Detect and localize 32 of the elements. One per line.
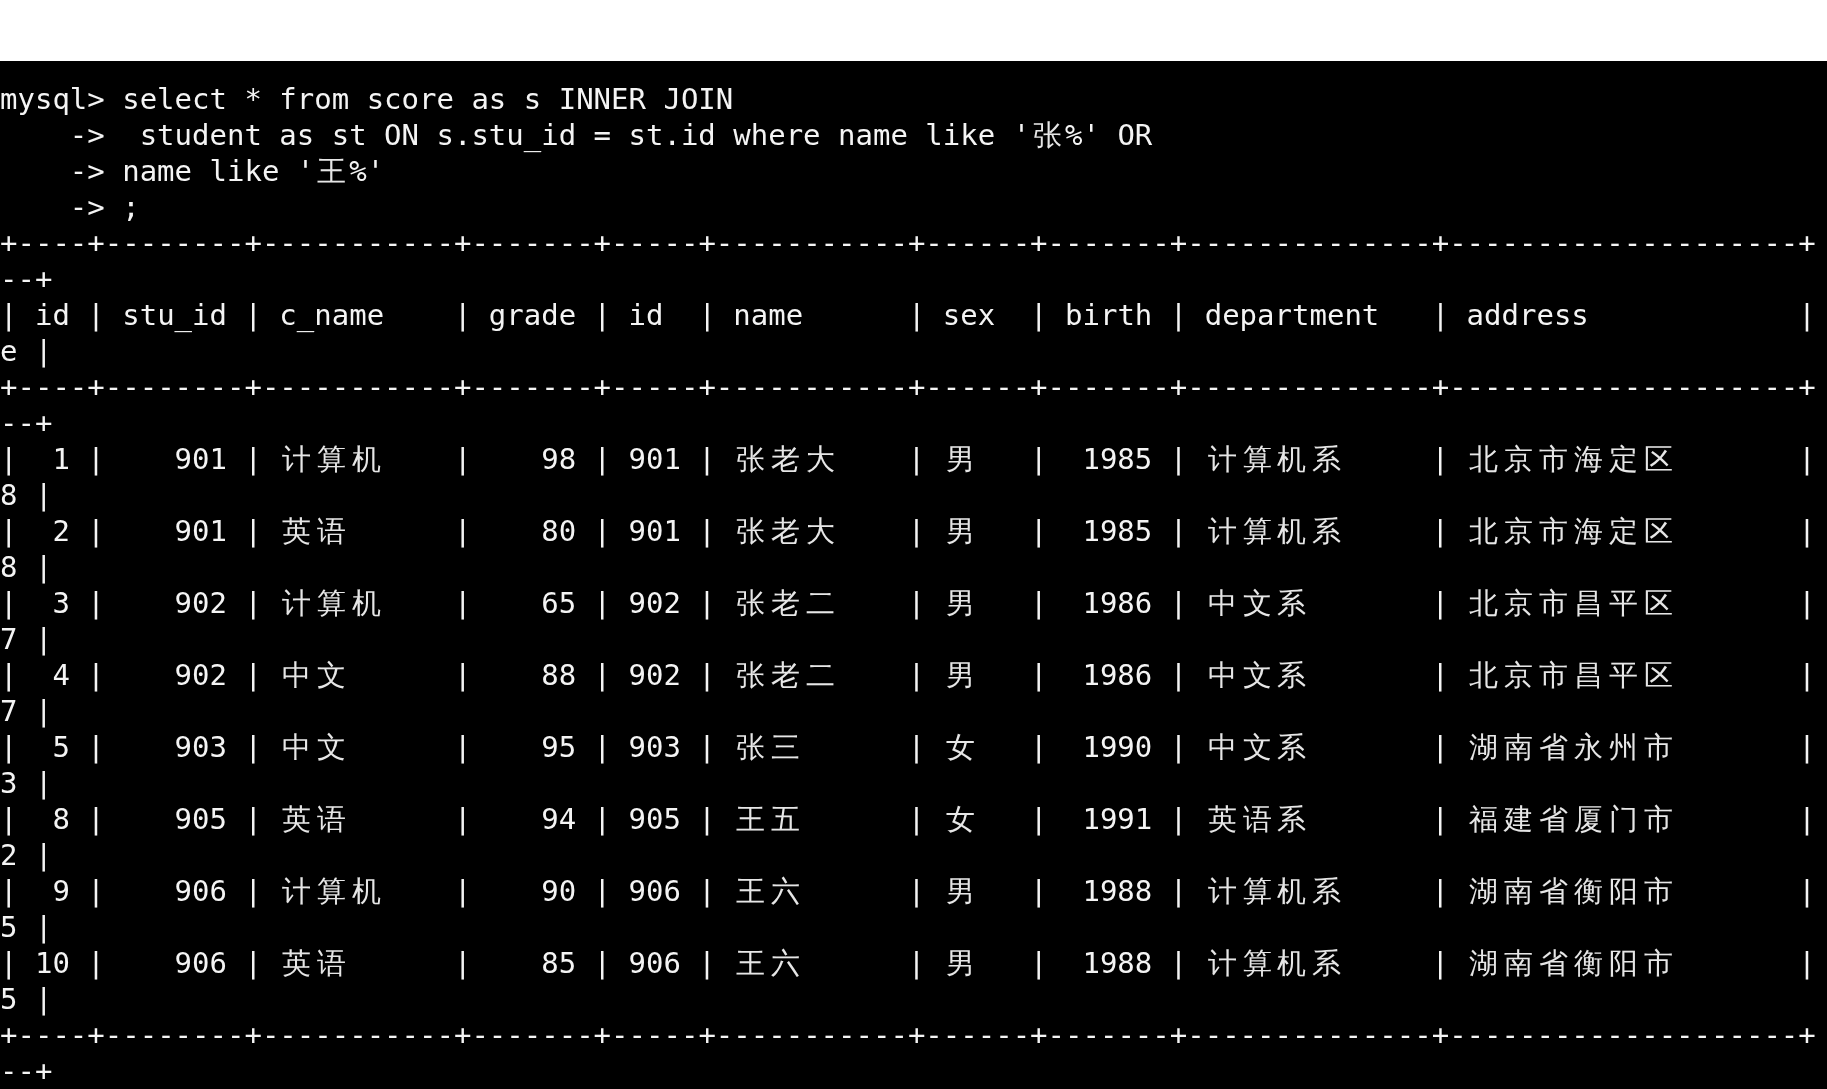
output-line: | 10 | 906 | 英语 | 85 | 906 | 王六 | 男 | 1988 | 计算机系 | 湖南省衡阳市 | <box>0 946 1816 980</box>
output-line: | id | stu_id | c_name | grade | id | name | sex | birth | department | address | <box>0 298 1816 332</box>
output-line: 2 | <box>0 838 53 872</box>
output-line: | 2 | 901 | 英语 | 80 | 901 | 张老大 | 男 | 1985 | 计算机系 | 北京市海定区 | <box>0 514 1816 548</box>
output-line: 5 | <box>0 910 53 944</box>
output-line: | 5 | 903 | 中文 | 95 | 903 | 张三 | 女 | 1990 | 中文系 | 湖南省永州市 | <box>0 730 1816 764</box>
output-line: | 9 | 906 | 计算机 | 90 | 906 | 王六 | 男 | 1988 | 计算机系 | 湖南省衡阳市 | <box>0 874 1816 908</box>
output-line: 7 | <box>0 622 53 656</box>
output-line: e | <box>0 334 53 368</box>
output-line: --+ <box>0 406 53 440</box>
command-text: student as st ON s.stu_id = st.id where name like '张%' OR <box>138 118 1153 152</box>
output-line: | 8 | 905 | 英语 | 94 | 905 | 王五 | 女 | 1991 | 英语系 | 福建省厦门市 | <box>0 802 1816 836</box>
command-text: select * from score as s INNER JOIN <box>122 82 734 116</box>
output-line: 8 | <box>0 478 53 512</box>
output-line: | 3 | 902 | 计算机 | 65 | 902 | 张老二 | 男 | 1986 | 中文系 | 北京市昌平区 | <box>0 586 1816 620</box>
output-line: +----+--------+-----------+-------+-----+-----------+------+-------+--------------+--------------------+ <box>0 370 1816 404</box>
prompt-label: mysql> <box>0 82 105 116</box>
prompt-label: -> <box>69 154 105 188</box>
output-line: 8 | <box>0 550 53 584</box>
output-line: --+ <box>0 262 53 296</box>
output-line: 3 | <box>0 766 53 800</box>
output-line: 5 | <box>0 982 53 1016</box>
output-line: 7 | <box>0 694 53 728</box>
output-line: | 1 | 901 | 计算机 | 98 | 901 | 张老大 | 男 | 1985 | 计算机系 | 北京市海定区 | <box>0 442 1816 476</box>
prompt-label: -> <box>69 118 105 152</box>
output-line: +----+--------+-----------+-------+-----+-----------+------+-------+--------------+--------------------+ <box>0 226 1816 260</box>
command-text: name like '王%' <box>122 154 385 188</box>
command-text: ; <box>122 190 140 224</box>
output-line: +----+--------+-----------+-------+-----+-----------+------+-------+--------------+--------------------+ <box>0 1018 1816 1052</box>
output-line: | 4 | 902 | 中文 | 88 | 902 | 张老二 | 男 | 1986 | 中文系 | 北京市昌平区 | <box>0 658 1816 692</box>
output-line: --+ <box>0 1054 53 1088</box>
prompt-label: -> <box>69 190 105 224</box>
